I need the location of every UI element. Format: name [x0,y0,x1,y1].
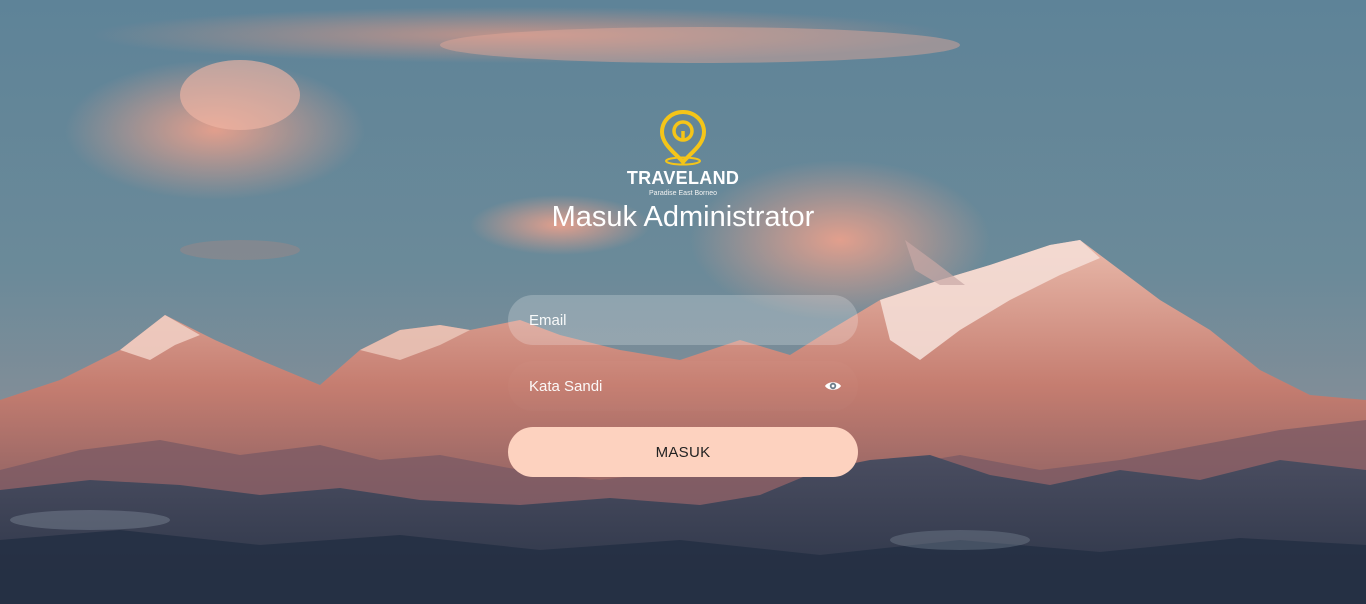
traveland-logo: TRAVELAND Paradise East Borneo [583,110,783,202]
location-pin-icon [659,110,707,166]
email-input[interactable] [508,295,858,345]
login-button[interactable]: MASUK [508,427,858,477]
email-field-container [508,295,858,345]
brand-tagline: Paradise East Borneo [648,190,718,197]
eye-icon[interactable] [824,378,842,394]
password-input[interactable] [508,361,858,411]
brand-name: TRAVELAND [626,168,740,188]
password-field-container [508,361,858,411]
page-title: Masuk Administrator [551,201,815,233]
